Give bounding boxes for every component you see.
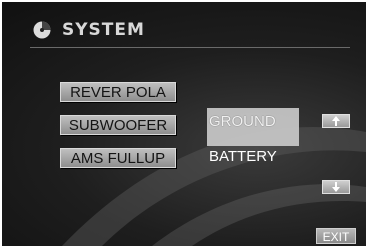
- scroll-down-button[interactable]: [322, 180, 350, 194]
- title-row: SYSTEM: [32, 20, 145, 40]
- page-title: SYSTEM: [62, 20, 145, 40]
- subwoofer-button[interactable]: SUBWOOFER: [60, 115, 176, 135]
- arrow-down-icon: [332, 182, 340, 192]
- title-divider: [30, 47, 350, 48]
- system-screen: SYSTEM REVER POLA SUBWOOFER AMS FULLUP G…: [2, 2, 366, 246]
- ams-fullup-button[interactable]: AMS FULLUP: [60, 148, 176, 168]
- exit-button[interactable]: EXIT: [316, 228, 356, 244]
- scroll-up-button[interactable]: [322, 114, 350, 128]
- arrow-up-icon: [332, 116, 340, 126]
- rever-pola-button[interactable]: REVER POLA: [60, 82, 176, 102]
- system-disc-icon: [33, 21, 51, 39]
- option-battery[interactable]: BATTERY: [209, 148, 277, 165]
- option-ground[interactable]: GROUND: [209, 113, 276, 130]
